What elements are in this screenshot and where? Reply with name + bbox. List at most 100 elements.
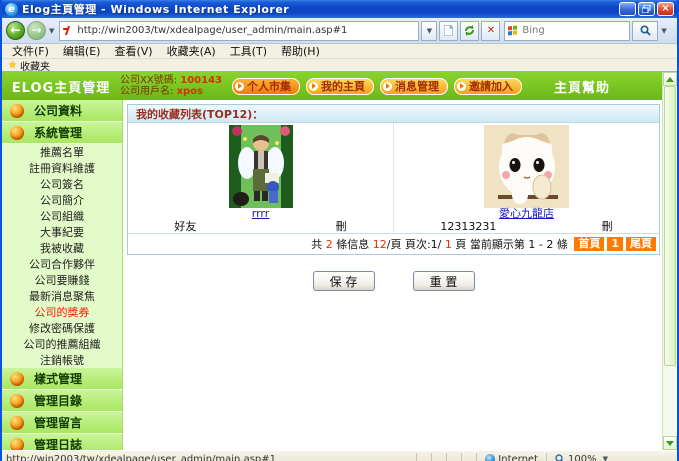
status-cell (416, 453, 431, 461)
sidebar-item-register-maintain[interactable]: 註冊資料維護 (2, 160, 122, 176)
search-box[interactable] (504, 21, 630, 41)
first-page-button[interactable]: 首頁 (574, 237, 604, 251)
status-url: http://win2003/tw/xdealpage/user_admin/m… (6, 454, 416, 461)
nav-button-label: 邀請加入 (469, 78, 513, 94)
sidebar-item-password-protect[interactable]: 修改密碼保護 (2, 320, 122, 336)
address-dropdown[interactable]: ▼ (421, 21, 437, 41)
address-input[interactable] (75, 24, 415, 37)
close-button[interactable]: × (657, 2, 674, 16)
play-icon (457, 82, 466, 91)
sidebar-item-partners[interactable]: 公司合作夥伴 (2, 256, 122, 272)
menu-edit[interactable]: 编辑(E) (63, 43, 101, 59)
sphere-icon (10, 126, 24, 140)
sidebar: 公司資料 系統管理 推薦名單 註冊資料維護 公司簽名 公司簡介 公司組織 大事紀… (2, 100, 123, 450)
page-button[interactable] (439, 21, 458, 41)
status-cell (461, 453, 476, 461)
shop-thumbnail[interactable] (484, 125, 569, 208)
pagination-per-page: 12 (373, 238, 387, 251)
company-no-label: 公司XX號碼: (120, 75, 177, 86)
nav-button-label: 个人市集 (247, 78, 291, 94)
sidebar-section-message-admin[interactable]: 管理留言 (2, 412, 122, 434)
search-input[interactable] (520, 24, 604, 37)
scroll-up-button[interactable] (663, 72, 677, 86)
history-dropdown-icon[interactable]: ▼ (49, 27, 54, 35)
stop-button[interactable]: ✕ (481, 21, 500, 41)
restore-icon (642, 5, 651, 13)
status-cell (431, 453, 446, 461)
sidebar-item-milestones[interactable]: 大事紀要 (2, 224, 122, 240)
nav-invite-button[interactable]: 邀請加入 (454, 78, 522, 95)
star-icon: ★ (8, 60, 17, 71)
sidebar-section-catalog-admin[interactable]: 管理目錄 (2, 390, 122, 412)
vertical-scrollbar[interactable] (662, 72, 677, 450)
forward-button[interactable]: → (27, 21, 46, 40)
sidebar-item-recommend-list[interactable]: 推薦名單 (2, 144, 122, 160)
avatar-thumbnail[interactable] (229, 125, 293, 208)
pagination-bar: 共 2 條信息 12/頁 頁次:1/ 1 頁 當前顯示第 1 - 2 條 首頁1… (128, 233, 659, 254)
bing-flag-icon (508, 26, 517, 36)
play-icon (235, 82, 244, 91)
zoom-dropdown-icon[interactable]: ▼ (603, 455, 608, 461)
favorite-link[interactable]: 愛心九龍店 (499, 208, 554, 220)
menu-view[interactable]: 查看(V) (114, 43, 152, 59)
globe-icon (485, 454, 495, 461)
company-user-label: 公司用戶名: (120, 86, 173, 97)
window-title: Elog主頁管理 - Windows Internet Explorer (22, 1, 289, 17)
search-options-dropdown[interactable]: ▼ (661, 27, 666, 35)
search-go-button[interactable] (632, 21, 658, 41)
sidebar-section-system-admin[interactable]: 系統管理 (2, 122, 122, 144)
delete-link[interactable]: 刪 (336, 220, 347, 233)
menu-bar: 文件(F) 编辑(E) 查看(V) 收藏夹(A) 工具(T) 帮助(H) (2, 44, 677, 59)
delete-link[interactable]: 刪 (602, 220, 613, 233)
chevron-down-icon: ▼ (427, 27, 432, 35)
minimize-button[interactable]: _ (619, 2, 636, 16)
homepage-help-link[interactable]: 主頁幫助 (554, 77, 610, 96)
address-bar[interactable] (59, 21, 419, 41)
sidebar-item-favorited-by[interactable]: 我被收藏 (2, 240, 122, 256)
scroll-down-button[interactable] (663, 436, 677, 450)
reset-button[interactable]: 重 置 (413, 271, 475, 291)
scrollbar-track[interactable] (663, 366, 677, 436)
sidebar-item-cancel-account[interactable]: 注銷帳號 (2, 352, 122, 368)
sidebar-item-recommend-org[interactable]: 公司的推薦組織 (2, 336, 122, 352)
favorite-link[interactable]: rrrr (252, 208, 270, 220)
browser-window: e Elog主頁管理 - Windows Internet Explorer _… (0, 0, 679, 461)
favorite-card: 愛心九龍店 12313231 刪 (394, 123, 659, 233)
nav-button-label: 消息管理 (395, 78, 439, 94)
last-page-button[interactable]: 尾頁 (626, 237, 656, 251)
status-zoom-value: 100% (568, 454, 597, 461)
sidebar-item-company-coupons-active[interactable]: 公司的獎券 (2, 304, 122, 320)
section-label: 樣式管理 (34, 370, 82, 387)
page-1-button[interactable]: 1 (607, 237, 623, 251)
sidebar-item-company-org[interactable]: 公司組織 (2, 208, 122, 224)
sidebar-section-log-admin[interactable]: 管理日誌 (2, 434, 122, 450)
favorites-button[interactable]: 收藏夹 (20, 58, 50, 73)
favorite-card: rrrr 好友 刪 (128, 123, 394, 233)
sidebar-section-company-info[interactable]: 公司資料 (2, 100, 122, 122)
favorite-label: 好友 (174, 220, 196, 233)
back-button[interactable]: ← (6, 21, 25, 40)
sidebar-item-make-money[interactable]: 公司要賺錢 (2, 272, 122, 288)
pagination-text: 條信息 (333, 236, 373, 252)
menu-favorites[interactable]: 收藏夹(A) (167, 43, 216, 59)
menu-help[interactable]: 帮助(H) (281, 43, 320, 59)
sidebar-item-latest-news[interactable]: 最新消息聚焦 (2, 288, 122, 304)
menu-tools[interactable]: 工具(T) (230, 43, 267, 59)
nav-message-admin-button[interactable]: 消息管理 (380, 78, 448, 95)
nav-personal-market-button[interactable]: 个人市集 (232, 78, 300, 95)
company-info: 公司XX號碼: 100143 公司用戶名: xpos (120, 75, 230, 97)
restore-button[interactable] (638, 2, 655, 16)
status-zoom[interactable]: 100% ▼ (546, 453, 673, 461)
refresh-button[interactable] (460, 21, 479, 41)
sidebar-item-company-intro[interactable]: 公司簡介 (2, 192, 122, 208)
sidebar-item-company-signature[interactable]: 公司簽名 (2, 176, 122, 192)
navigation-bar: ← → ▼ ▼ ✕ ▼ (2, 18, 677, 44)
pagination-total: 2 (326, 238, 333, 251)
scrollbar-thumb[interactable] (664, 86, 676, 366)
favorites-bar: ★ 收藏夹 (2, 59, 677, 72)
save-button[interactable]: 保 存 (313, 271, 375, 291)
sidebar-section-style-admin[interactable]: 樣式管理 (2, 368, 122, 390)
sphere-icon (10, 104, 24, 118)
nav-my-homepage-button[interactable]: 我的主頁 (306, 78, 374, 95)
section-label: 管理目錄 (34, 392, 82, 409)
